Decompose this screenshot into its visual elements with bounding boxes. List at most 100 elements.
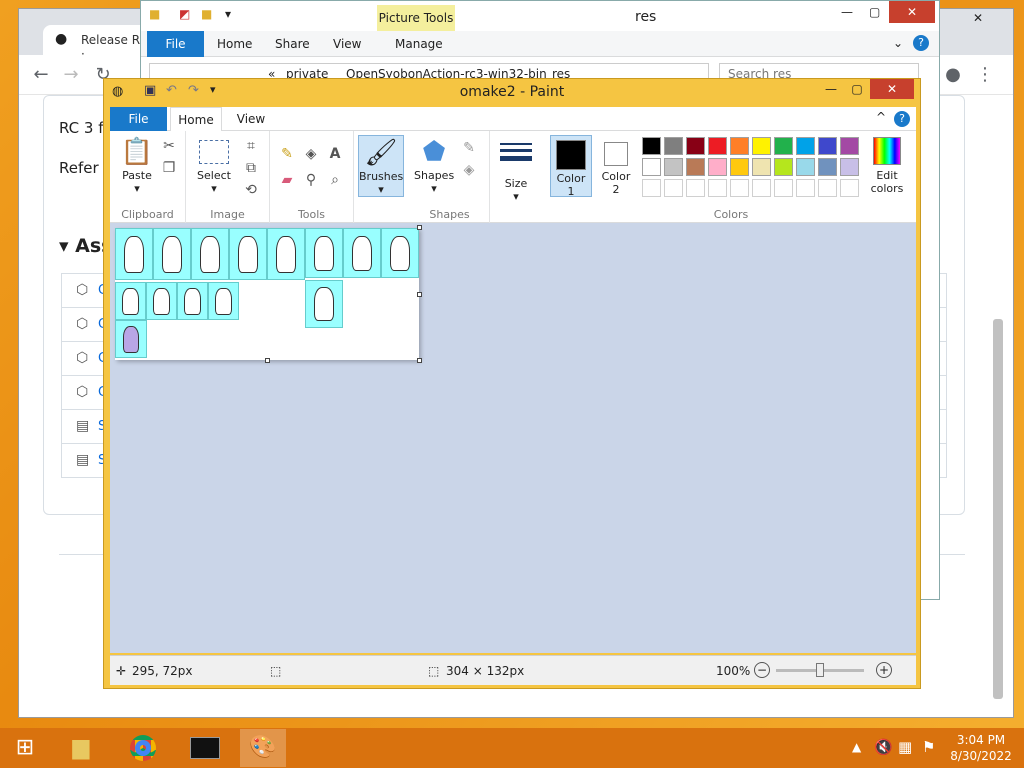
sprite-cell (343, 228, 381, 278)
tab-home[interactable]: Home (217, 37, 252, 51)
palette-swatch[interactable] (796, 179, 815, 197)
taskbar-chrome[interactable] (120, 729, 166, 767)
palette-swatch[interactable] (730, 179, 749, 197)
size-button[interactable]: Size ▾ (496, 137, 536, 203)
palette-swatch[interactable] (664, 137, 683, 155)
palette-swatch[interactable] (730, 137, 749, 155)
taskbar-paint[interactable]: 🎨 (240, 729, 286, 767)
outline-icon[interactable]: ✎ (460, 139, 478, 157)
palette-swatch[interactable] (840, 179, 859, 197)
minimize-icon[interactable]: — (841, 5, 853, 19)
palette-swatch[interactable] (796, 137, 815, 155)
volume-muted-icon[interactable]: 🔇 (874, 738, 893, 756)
close-icon[interactable]: ✕ (870, 79, 914, 99)
start-button[interactable]: ⊞ (2, 729, 48, 767)
collapse-ribbon-icon[interactable]: ^ (876, 110, 886, 124)
help-icon[interactable]: ? (894, 111, 910, 127)
palette-swatch[interactable] (752, 137, 771, 155)
resize-icon[interactable]: ⧉ (242, 159, 260, 177)
zoom-slider-thumb[interactable] (816, 663, 824, 677)
scrollbar-thumb[interactable] (993, 319, 1003, 699)
eraser-icon[interactable]: ▰ (278, 171, 296, 189)
close-icon[interactable]: ✕ (973, 11, 983, 25)
select-button[interactable]: Select ▾ (194, 135, 234, 195)
palette-swatch[interactable] (752, 179, 771, 197)
tab-file[interactable]: File (147, 31, 204, 57)
palette-swatch[interactable] (818, 158, 837, 176)
zoom-out-icon[interactable]: − (754, 662, 770, 678)
minimize-icon[interactable]: — (818, 79, 844, 99)
rotate-icon[interactable]: ⟲ (242, 181, 260, 199)
chevron-down-icon[interactable]: ⌄ (893, 36, 903, 50)
palette-swatch[interactable] (664, 179, 683, 197)
palette-swatch[interactable] (686, 137, 705, 155)
palette-swatch[interactable] (752, 158, 771, 176)
palette-swatch[interactable] (708, 179, 727, 197)
brushes-button[interactable]: 🖌 Brushes ▾ (358, 135, 404, 197)
help-icon[interactable]: ? (913, 35, 929, 51)
palette-swatch[interactable] (642, 179, 661, 197)
profile-icon[interactable]: ● (941, 63, 965, 87)
chevron-down-icon: ▾ (513, 190, 519, 203)
tab-file[interactable]: File (110, 107, 167, 131)
edit-colors-button[interactable]: Edit colors (864, 135, 910, 195)
palette-swatch[interactable] (664, 158, 683, 176)
palette-swatch[interactable] (774, 179, 793, 197)
shape-fill-icon[interactable]: ◈ (460, 161, 478, 179)
tab-home[interactable]: Home (170, 107, 222, 131)
palette-swatch[interactable] (708, 158, 727, 176)
color1-button[interactable]: Color 1 (550, 135, 592, 198)
back-icon[interactable]: ← (29, 63, 53, 87)
maximize-icon[interactable]: ▢ (844, 79, 870, 99)
zoom-slider[interactable] (776, 663, 864, 677)
tab-view[interactable]: View (333, 37, 361, 51)
cut-icon[interactable]: ✂ (160, 137, 178, 155)
magnifier-icon[interactable]: ⌕ (326, 171, 344, 189)
tab-share[interactable]: Share (275, 37, 310, 51)
palette-swatch[interactable] (796, 158, 815, 176)
show-hidden-icons[interactable]: ▲ (852, 740, 861, 754)
palette-swatch[interactable] (642, 158, 661, 176)
network-icon[interactable]: ▦ (898, 738, 912, 756)
copy-icon[interactable]: ❐ (160, 159, 178, 177)
taskbar-terminal[interactable] (182, 729, 228, 767)
palette-swatch[interactable] (774, 158, 793, 176)
new-folder-icon[interactable]: ■ (201, 7, 212, 21)
palette-swatch[interactable] (686, 158, 705, 176)
crop-icon[interactable]: ⌗ (242, 137, 260, 155)
palette-swatch[interactable] (642, 137, 661, 155)
forward-icon[interactable]: → (59, 63, 83, 87)
palette-swatch[interactable] (840, 158, 859, 176)
palette-swatch[interactable] (708, 137, 727, 155)
resize-handle[interactable] (265, 358, 270, 363)
palette-swatch[interactable] (840, 137, 859, 155)
canvas-area[interactable] (110, 223, 916, 653)
palette-swatch[interactable] (730, 158, 749, 176)
properties-icon[interactable]: ◩ (179, 7, 190, 21)
palette-swatch[interactable] (774, 137, 793, 155)
palette-swatch[interactable] (686, 179, 705, 197)
paste-button[interactable]: 📋 Paste ▾ (118, 135, 156, 195)
zoom-in-icon[interactable]: + (876, 662, 892, 678)
pencil-icon[interactable]: ✎ (278, 145, 296, 163)
shapes-button[interactable]: ⬟ Shapes ▾ (414, 135, 454, 195)
maximize-icon[interactable]: ▢ (869, 5, 880, 19)
palette-swatch[interactable] (818, 179, 837, 197)
resize-handle[interactable] (417, 358, 422, 363)
color2-button[interactable]: Color 2 (596, 135, 636, 197)
action-center-icon[interactable]: ⚑ (922, 738, 935, 756)
tab-manage[interactable]: Manage (395, 37, 443, 51)
drawing-canvas[interactable] (115, 225, 422, 363)
taskbar-explorer[interactable]: ▆ (58, 729, 104, 767)
fill-icon[interactable]: ◈ (302, 145, 320, 163)
tab-view[interactable]: View (228, 107, 274, 131)
color-picker-icon[interactable]: ⚲ (302, 171, 320, 189)
resize-handle[interactable] (417, 292, 422, 297)
system-clock[interactable]: 3:04 PM 8/30/2022 (946, 732, 1016, 764)
menu-icon[interactable]: ⋮ (973, 63, 997, 87)
text-icon[interactable]: A (326, 145, 344, 163)
close-icon[interactable]: ✕ (889, 1, 935, 23)
resize-handle[interactable] (417, 225, 422, 230)
palette-swatch[interactable] (818, 137, 837, 155)
customize-qat-icon[interactable]: ▾ (225, 7, 231, 21)
